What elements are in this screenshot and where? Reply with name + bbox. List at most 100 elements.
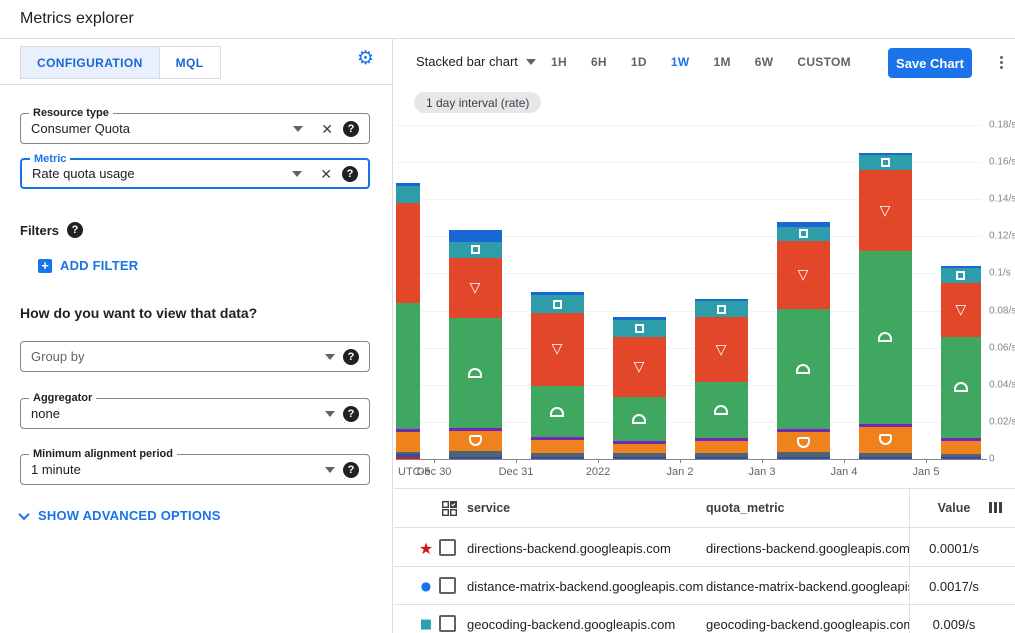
range-button-1m[interactable]: 1M xyxy=(701,49,742,75)
help-icon[interactable]: ? xyxy=(343,121,359,137)
save-chart-button[interactable]: Save Chart xyxy=(888,48,972,78)
row-checkbox[interactable] xyxy=(439,577,456,594)
metric-field[interactable]: Metric Rate quota usage ✕ ? xyxy=(20,158,370,189)
bar-segment-orange-shield[interactable] xyxy=(396,432,420,451)
bar-segment-slate-gray[interactable] xyxy=(613,453,666,457)
bar-segment-purple[interactable] xyxy=(449,428,502,431)
bar-segment-orange-shield[interactable] xyxy=(859,427,912,453)
range-button-1w[interactable]: 1W xyxy=(659,49,702,75)
range-button-6w[interactable]: 6W xyxy=(743,49,786,75)
bar-segment-purple[interactable] xyxy=(396,429,420,432)
bar-segment-green-dome[interactable] xyxy=(941,337,982,438)
bar-segment-green-dome[interactable] xyxy=(777,309,830,429)
chevron-down-icon[interactable] xyxy=(325,411,335,417)
bar-segment-top-blue[interactable] xyxy=(859,153,912,155)
bar-segment-orange-shield[interactable] xyxy=(449,431,502,450)
bar-segment-green-dome[interactable] xyxy=(449,318,502,428)
chart-plot[interactable]: ▽ ▽ ▽ ▽ ▽ ▽ ▽ xyxy=(396,125,981,459)
range-button-1h[interactable]: 1H xyxy=(539,49,579,75)
show-advanced-options[interactable]: SHOW ADVANCED OPTIONS xyxy=(20,508,221,523)
bar-segment-red-triangle[interactable]: ▽ xyxy=(859,170,912,251)
bar-segment-red-triangle[interactable]: ▽ xyxy=(613,337,666,397)
clear-icon[interactable]: ✕ xyxy=(321,122,333,136)
bar-segment-slate-gray[interactable] xyxy=(777,452,830,457)
columns-icon[interactable] xyxy=(989,502,1002,513)
aggregator-field[interactable]: Aggregator none ? xyxy=(20,398,370,429)
row-checkbox[interactable] xyxy=(439,539,456,556)
bar-segment-purple[interactable] xyxy=(859,424,912,427)
bar-segment-top-blue[interactable] xyxy=(449,230,502,242)
bar-segment-purple[interactable] xyxy=(777,429,830,432)
bar-segment-slate-gray[interactable] xyxy=(449,451,502,457)
add-filter-button[interactable]: + ADD FILTER xyxy=(38,258,138,273)
bar-segment-red-triangle[interactable]: ▽ xyxy=(695,317,748,382)
bar-segment-green-dome[interactable] xyxy=(695,382,748,438)
bar-segment-teal-square[interactable] xyxy=(859,155,912,170)
range-button-6h[interactable]: 6H xyxy=(579,49,619,75)
select-all-icon[interactable] xyxy=(442,501,457,516)
gear-icon[interactable]: ⚙ xyxy=(357,49,374,68)
column-header-value[interactable]: Value xyxy=(909,501,999,515)
column-header-service[interactable]: service xyxy=(467,501,510,515)
table-row[interactable]: ●distance-matrix-backend.googleapis.comd… xyxy=(394,567,1015,605)
bar-segment-slate-gray[interactable] xyxy=(941,454,982,457)
help-icon[interactable]: ? xyxy=(342,166,358,182)
bar-segment-purple[interactable] xyxy=(695,438,748,441)
help-icon[interactable]: ? xyxy=(343,349,359,365)
table-row[interactable]: ★directions-backend.googleapis.comdirect… xyxy=(394,529,1015,567)
chevron-down-icon[interactable] xyxy=(325,467,335,473)
bar-segment-orange-shield[interactable] xyxy=(531,440,584,452)
help-icon[interactable]: ? xyxy=(343,406,359,422)
bar-segment-top-blue[interactable] xyxy=(777,222,830,227)
bar-segment-orange-shield[interactable] xyxy=(695,441,748,453)
bar-segment-purple[interactable] xyxy=(941,438,982,441)
overflow-menu-icon[interactable] xyxy=(992,53,1010,71)
bar-segment-red-triangle[interactable]: ▽ xyxy=(531,313,584,385)
bar-segment-dark-blue[interactable] xyxy=(396,454,420,457)
bar-segment-orange-shield[interactable] xyxy=(613,444,666,453)
bar-segment-top-blue[interactable] xyxy=(613,317,666,320)
bar-segment-teal-square[interactable] xyxy=(695,301,748,317)
bar-segment-red-triangle[interactable] xyxy=(396,203,420,303)
bar-segment-top-blue[interactable] xyxy=(941,266,982,268)
bar-segment-red-triangle[interactable]: ▽ xyxy=(449,258,502,318)
bar-segment-top-blue[interactable] xyxy=(531,292,584,295)
bar-segment-teal-square[interactable] xyxy=(613,320,666,337)
bar-segment-purple[interactable] xyxy=(531,437,584,440)
bar-segment-orange-shield[interactable] xyxy=(777,432,830,452)
bar-segment-slate-gray[interactable] xyxy=(531,453,584,458)
bar-segment-orange-shield[interactable] xyxy=(941,441,982,454)
bar-segment-green-dome[interactable] xyxy=(613,397,666,441)
clear-icon[interactable]: ✕ xyxy=(320,167,332,181)
bar-segment-top-blue[interactable] xyxy=(695,299,748,302)
bar-segment-slate-gray[interactable] xyxy=(695,453,748,457)
table-row[interactable]: ■geocoding-backend.googleapis.comgeocodi… xyxy=(394,605,1015,633)
range-button-1d[interactable]: 1D xyxy=(619,49,659,75)
bar-segment-teal-square[interactable] xyxy=(777,227,830,241)
bar-segment-green-dome[interactable] xyxy=(531,386,584,438)
help-icon[interactable]: ? xyxy=(67,222,83,238)
range-button-custom[interactable]: CUSTOM xyxy=(785,49,863,75)
bar-segment-slate-gray[interactable] xyxy=(396,452,420,455)
bar-segment-green-dome[interactable] xyxy=(396,303,420,429)
group-by-field[interactable]: Group by ? xyxy=(20,341,370,372)
bar-segment-teal-square[interactable] xyxy=(531,295,584,313)
resource-type-field[interactable]: Resource type Consumer Quota ✕ ? xyxy=(20,113,370,144)
bar-segment-red-triangle[interactable]: ▽ xyxy=(777,241,830,309)
chevron-down-icon[interactable] xyxy=(292,171,302,177)
column-header-quota-metric[interactable]: quota_metric xyxy=(706,501,785,515)
bar-segment-purple[interactable] xyxy=(613,441,666,444)
row-checkbox[interactable] xyxy=(439,615,456,632)
bar-segment-teal-square[interactable] xyxy=(941,268,982,283)
bar-segment-green-dome[interactable] xyxy=(859,251,912,424)
chevron-down-icon[interactable] xyxy=(293,126,303,132)
min-alignment-field[interactable]: Minimum alignment period 1 minute ? xyxy=(20,454,370,485)
help-icon[interactable]: ? xyxy=(343,462,359,478)
bar-segment-red-triangle[interactable]: ▽ xyxy=(941,283,982,336)
chevron-down-icon[interactable] xyxy=(325,354,335,360)
tab-configuration[interactable]: CONFIGURATION xyxy=(20,46,160,79)
bar-segment-slate-gray[interactable] xyxy=(859,453,912,457)
bar-segment-teal-square[interactable] xyxy=(396,186,420,203)
bar-segment-top-blue[interactable] xyxy=(396,183,420,186)
tab-mql[interactable]: MQL xyxy=(160,46,221,79)
